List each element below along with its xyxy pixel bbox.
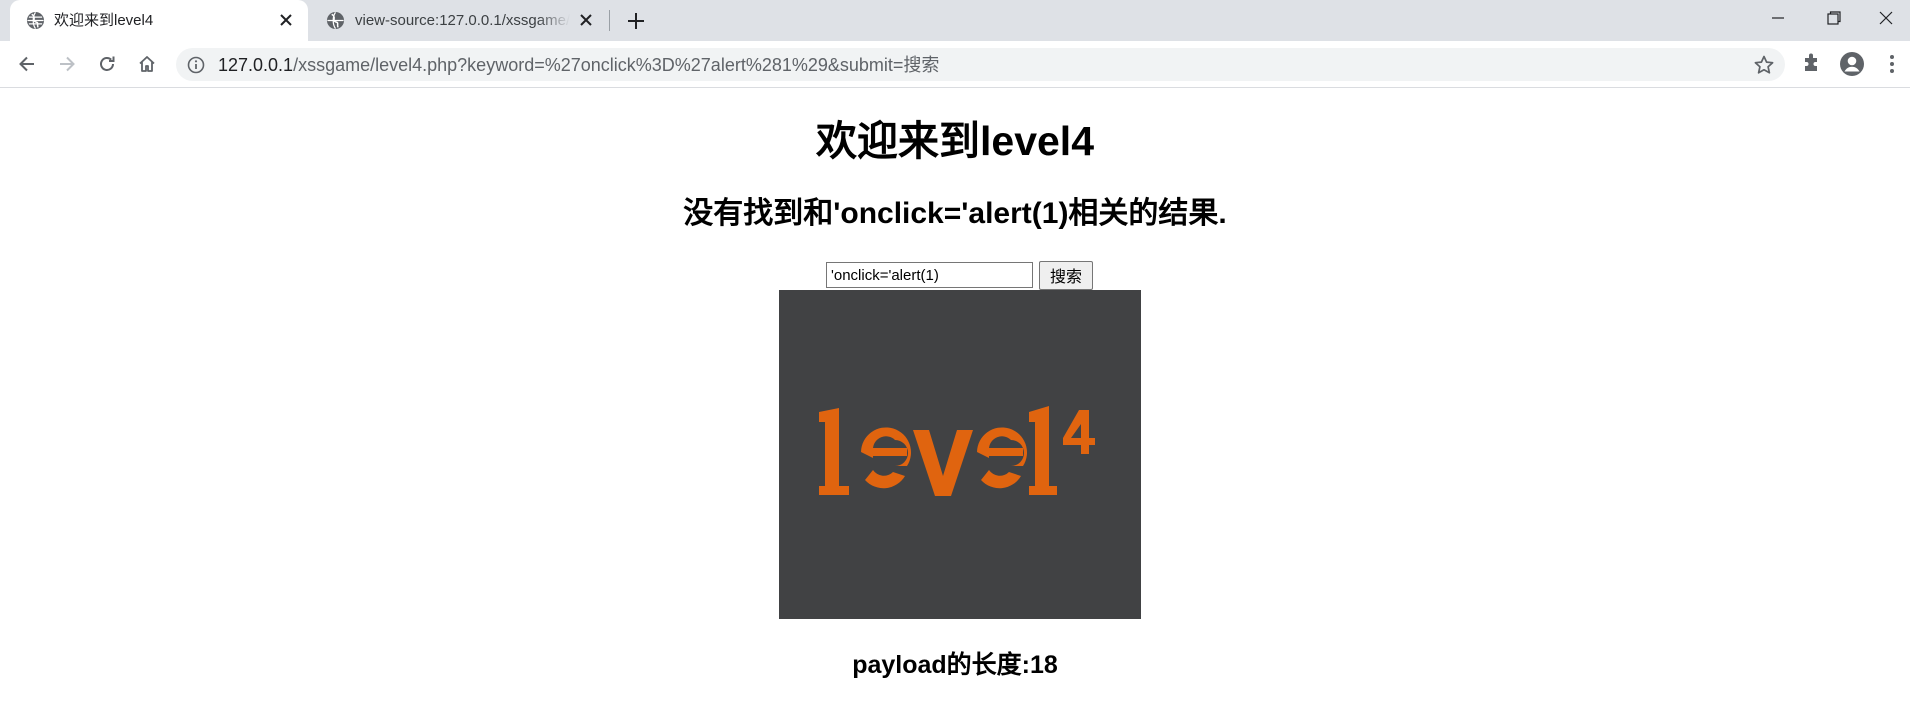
profile-icon[interactable] xyxy=(1839,51,1865,77)
star-icon[interactable] xyxy=(1753,54,1775,76)
plus-icon[interactable] xyxy=(623,8,649,34)
level4-logo-image xyxy=(779,290,1141,619)
page-content: 欢迎来到level4 没有找到和'onclick='alert(1)相关的结果.… xyxy=(0,89,1910,701)
page-title: 欢迎来到level4 xyxy=(816,118,1094,164)
menu-icon[interactable] xyxy=(1882,52,1902,76)
tab-separator xyxy=(609,10,610,31)
tab-level4[interactable]: 欢迎来到level4 xyxy=(10,0,308,41)
payload-length: payload的长度:18 xyxy=(852,651,1058,679)
tab-title: view-source:127.0.0.1/xssgame/level4.php xyxy=(355,12,570,29)
browser-toolbar: 127.0.0.1/xssgame/level4.php?keyword=%27… xyxy=(0,41,1910,88)
search-button[interactable]: 搜索 xyxy=(1039,260,1094,290)
address-bar[interactable]: 127.0.0.1/xssgame/level4.php?keyword=%27… xyxy=(176,48,1785,81)
info-icon[interactable] xyxy=(187,56,205,74)
search-form: 搜索 xyxy=(826,260,1094,290)
close-tab-icon[interactable] xyxy=(276,10,296,30)
close-tab-icon[interactable] xyxy=(576,10,596,30)
url-path: /xssgame/level4.php?keyword=%27onclick%3… xyxy=(293,55,940,75)
globe-icon xyxy=(26,11,45,30)
back-icon[interactable] xyxy=(12,49,42,79)
close-icon[interactable] xyxy=(1862,0,1910,35)
reload-icon[interactable] xyxy=(92,49,122,79)
tab-strip: 欢迎来到level4 view-source:127.0.0.1/xssgame… xyxy=(0,0,1910,41)
url-host: 127.0.0.1 xyxy=(218,55,294,75)
forward-icon[interactable] xyxy=(52,49,82,79)
tab-view-source[interactable]: view-source:127.0.0.1/xssgame/level4.php xyxy=(310,0,608,41)
globe-icon xyxy=(326,11,345,30)
minimize-icon[interactable] xyxy=(1750,0,1806,35)
extensions-icon[interactable] xyxy=(1800,52,1824,76)
restore-icon[interactable] xyxy=(1806,0,1862,35)
url-text[interactable]: 127.0.0.1/xssgame/level4.php?keyword=%27… xyxy=(218,55,939,75)
tab-title: 欢迎来到level4 xyxy=(54,12,154,29)
search-result-message: 没有找到和'onclick='alert(1)相关的结果. xyxy=(683,197,1227,230)
keyword-input[interactable] xyxy=(826,262,1033,288)
home-icon[interactable] xyxy=(132,49,162,79)
